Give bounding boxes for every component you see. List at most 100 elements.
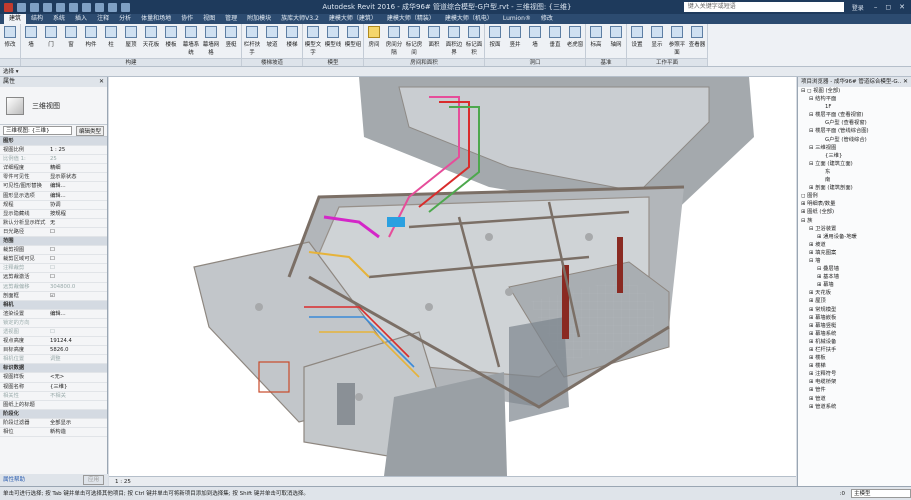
property-value[interactable]: 25	[50, 155, 107, 163]
property-value[interactable]: ☐	[50, 264, 107, 272]
ribbon-button-4-3[interactable]: 面积	[424, 26, 444, 58]
browser-node[interactable]: ⊟ 卫浴装置	[798, 225, 911, 233]
tab-12[interactable]: 建模大师（建筑）	[324, 14, 382, 24]
ribbon-button-5-0[interactable]: 按面	[485, 26, 505, 58]
ribbon-button-1-8[interactable]: 幕墙系统	[181, 26, 201, 58]
property-value[interactable]: 无	[50, 219, 107, 227]
browser-node[interactable]: G户型 (管线综合)	[798, 136, 911, 144]
browser-node[interactable]: ⊞ 幕墙系统	[798, 330, 911, 338]
undo-icon[interactable]	[43, 2, 52, 12]
text-icon[interactable]	[95, 2, 104, 12]
tab-10[interactable]: 附加模块	[242, 14, 276, 24]
ribbon-button-6-0[interactable]: 标高	[586, 26, 606, 58]
ribbon-button-5-2[interactable]: 墙	[525, 26, 545, 58]
browser-node[interactable]: ⊞ 幕墙竖梃	[798, 322, 911, 330]
browser-node[interactable]: ⊟ 楼层平面 (查看视窗)	[798, 111, 911, 119]
view-scale[interactable]: 1 : 25	[115, 479, 131, 485]
browser-node[interactable]: ⊞ 管件	[798, 386, 911, 394]
property-value[interactable]: ☐	[50, 255, 107, 263]
ribbon-button-1-7[interactable]: 楼板	[161, 26, 181, 58]
ribbon-button-1-1[interactable]: 门	[41, 26, 61, 58]
browser-node[interactable]: ⊟ 族	[798, 217, 911, 225]
tab-8[interactable]: 视图	[198, 14, 220, 24]
browser-node[interactable]: ⊞ 管道	[798, 395, 911, 403]
browser-node[interactable]: 1F	[798, 103, 911, 111]
browser-node[interactable]: ⊞ 管道系统	[798, 403, 911, 411]
property-value[interactable]: ☑	[50, 292, 107, 300]
ribbon-button-4-5[interactable]: 标记面积	[464, 26, 484, 58]
ribbon-button-5-3[interactable]: 垂直	[545, 26, 565, 58]
ribbon-button-7-3[interactable]: 查看器	[687, 26, 707, 58]
browser-node[interactable]: ⊟ 立面 (建筑立面)	[798, 160, 911, 168]
revit-logo-icon[interactable]	[4, 2, 13, 12]
tab-11[interactable]: 族库大师V3.2	[276, 14, 324, 24]
browser-node[interactable]: ⊟ 三维视图	[798, 144, 911, 152]
3d-view-canvas[interactable]	[109, 77, 796, 476]
ribbon-button-1-10[interactable]: 竖梃	[221, 26, 241, 58]
property-value[interactable]: 304800.0	[50, 283, 107, 291]
close-icon[interactable]: ✕	[99, 77, 104, 87]
browser-node[interactable]: ⊞ 天花板	[798, 289, 911, 297]
ribbon-button-4-4[interactable]: 面积边界	[444, 26, 464, 58]
ribbon-button-7-2[interactable]: 参照平面	[667, 26, 687, 58]
ribbon-button-3-1[interactable]: 模型线	[323, 26, 343, 58]
ribbon-button-1-3[interactable]: 构件	[81, 26, 101, 58]
tab-9[interactable]: 管理	[220, 14, 242, 24]
property-value[interactable]: 新构造	[50, 428, 107, 436]
property-value[interactable]: 编辑...	[50, 182, 107, 190]
property-value[interactable]: 编辑...	[50, 192, 107, 200]
browser-node[interactable]: ⊞ 基本墙	[798, 273, 911, 281]
ribbon-button-4-1[interactable]: 房间分隔	[384, 26, 404, 58]
property-value[interactable]	[50, 319, 107, 327]
print-icon[interactable]	[69, 2, 78, 12]
ribbon-button-2-1[interactable]: 坡道	[262, 26, 282, 58]
tab-0[interactable]: 建筑	[4, 14, 27, 24]
ribbon-button-0-0[interactable]: 修改	[0, 26, 20, 58]
property-value[interactable]: ☐	[50, 328, 107, 336]
workset-select[interactable]: 主模型	[851, 489, 911, 498]
browser-node[interactable]: ⊟ 楼层平面 (管线综合图)	[798, 127, 911, 135]
browser-node[interactable]: ⊞ 图纸 (全部)	[798, 208, 911, 216]
ribbon-button-1-0[interactable]: 墙	[21, 26, 41, 58]
browser-node[interactable]: ⊞ 屋顶	[798, 297, 911, 305]
select-dropdown[interactable]: 选择 ▾	[3, 69, 19, 75]
browser-node[interactable]: ⊞ 楼梯	[798, 362, 911, 370]
ribbon-button-5-4[interactable]: 老虎窗	[565, 26, 585, 58]
ribbon-button-1-2[interactable]: 窗	[61, 26, 81, 58]
browser-node[interactable]: 东	[798, 168, 911, 176]
tab-6[interactable]: 体量和场地	[136, 14, 176, 24]
tab-1[interactable]: 结构	[26, 14, 48, 24]
ribbon-button-1-9[interactable]: 幕墙网格	[201, 26, 221, 58]
browser-node[interactable]: ⊞ 注释符号	[798, 370, 911, 378]
ribbon-button-1-4[interactable]: 柱	[101, 26, 121, 58]
ribbon-button-5-1[interactable]: 竖井	[505, 26, 525, 58]
3d-view-icon[interactable]	[108, 2, 117, 12]
property-value[interactable]: 编辑...	[50, 310, 107, 318]
browser-node[interactable]: 南	[798, 176, 911, 184]
section-icon[interactable]	[121, 2, 130, 12]
save-icon[interactable]	[30, 2, 39, 12]
open-icon[interactable]	[17, 2, 26, 12]
browser-node[interactable]: ⊞ 填充图案	[798, 249, 911, 257]
tab-3[interactable]: 插入	[70, 14, 92, 24]
browser-node[interactable]: {三维}	[798, 152, 911, 160]
tab-13[interactable]: 建模大师（精装）	[382, 14, 440, 24]
property-value[interactable]: 显示原状态	[50, 173, 107, 181]
property-value[interactable]: ☐	[50, 246, 107, 254]
tab-2[interactable]: 系统	[48, 14, 70, 24]
browser-node[interactable]: ⊞ 通用设备-地暖	[798, 233, 911, 241]
user-sign-in[interactable]: 登录	[852, 3, 864, 12]
tab-14[interactable]: 建模大师（机电）	[440, 14, 498, 24]
close-icon[interactable]: ✕	[899, 3, 905, 11]
maximize-icon[interactable]: ◻	[885, 3, 891, 11]
ribbon-button-1-5[interactable]: 屋顶	[121, 26, 141, 58]
ribbon-button-7-1[interactable]: 显示	[647, 26, 667, 58]
ribbon-button-2-2[interactable]: 楼梯	[282, 26, 302, 58]
properties-help-link[interactable]: 属性帮助	[3, 474, 25, 486]
ribbon-button-2-0[interactable]: 栏杆扶手	[242, 26, 262, 58]
property-value[interactable]: 精细	[50, 164, 107, 172]
browser-node[interactable]: G户型 (查看视窗)	[798, 119, 911, 127]
property-value[interactable]: ☐	[50, 273, 107, 281]
browser-node[interactable]: ⊞ 剖面 (建筑剖面)	[798, 184, 911, 192]
property-group[interactable]: 相机	[0, 300, 107, 310]
